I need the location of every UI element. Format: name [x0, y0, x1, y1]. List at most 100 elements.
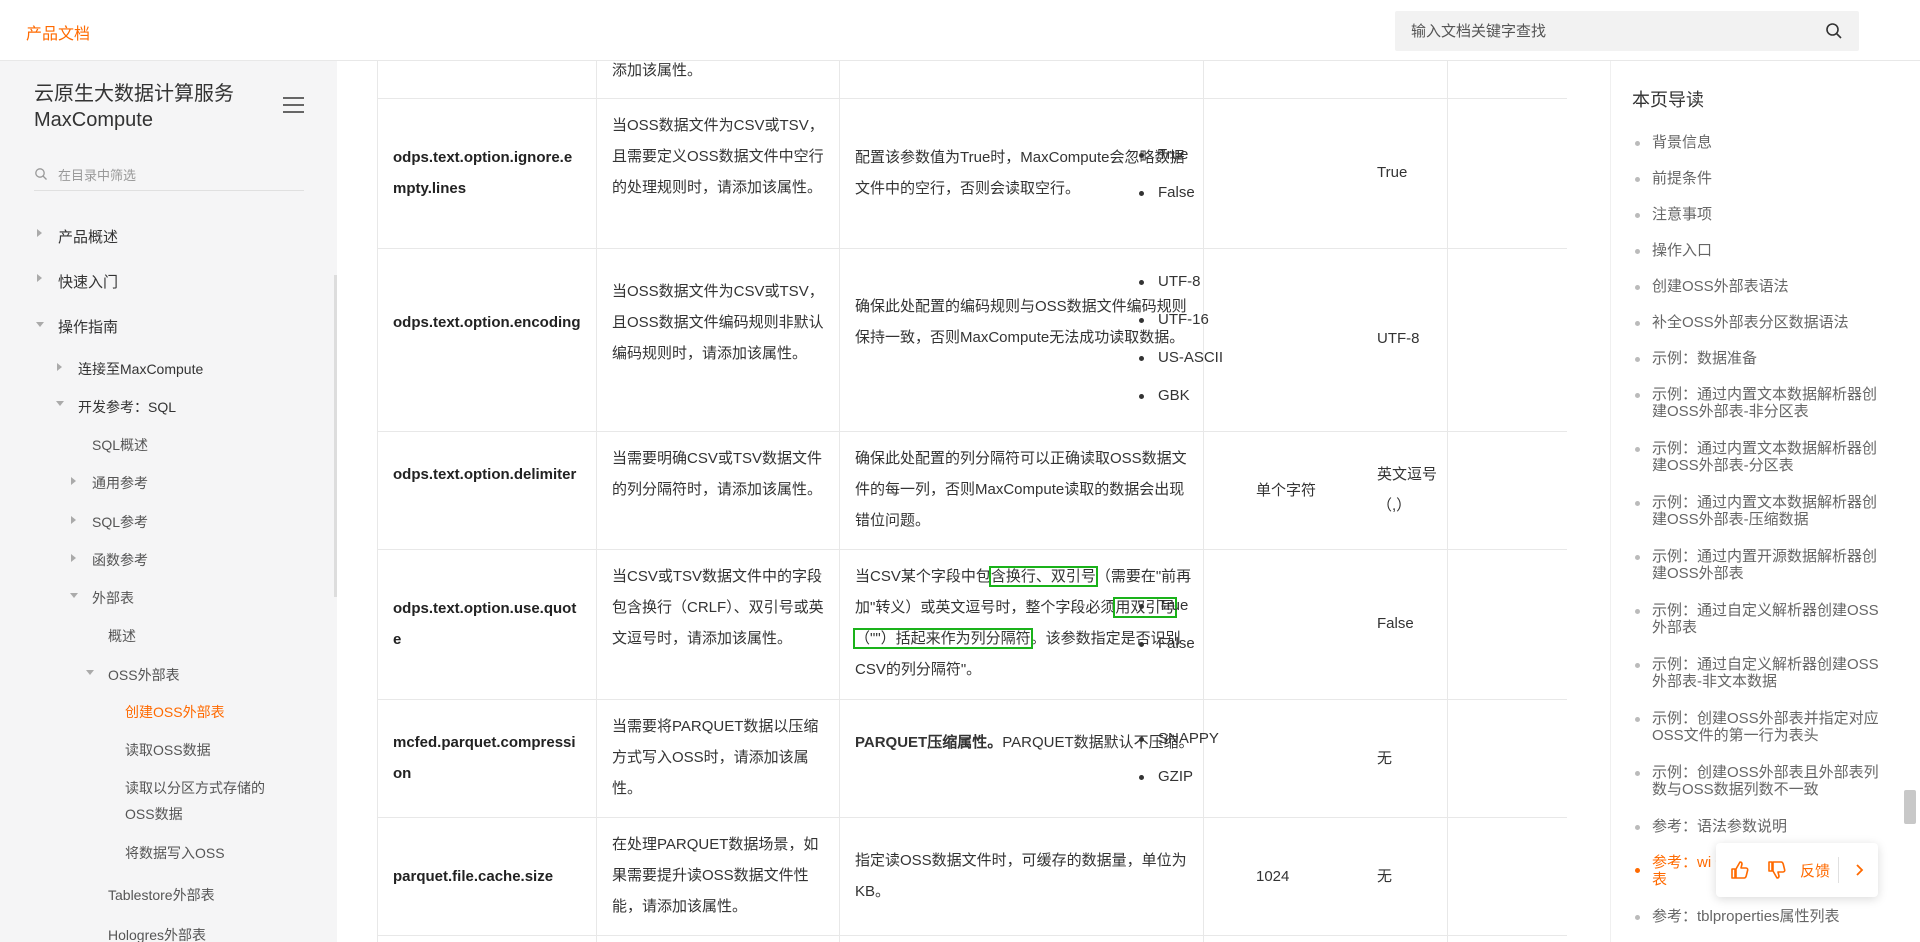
toc-bullet-icon — [1635, 915, 1640, 920]
toc-bullet-icon — [1635, 609, 1640, 614]
sidebar-item-general-ref[interactable]: 通用参考 — [92, 473, 148, 493]
sidebar-item-create-oss-external[interactable]: 创建OSS外部表 — [125, 702, 225, 722]
toc-bullet-icon — [1635, 501, 1640, 506]
doc-search-input[interactable] — [1411, 21, 1811, 41]
toc-item[interactable]: 示例：数据准备 — [1652, 350, 1882, 367]
collapse-arrow-icon[interactable] — [70, 593, 78, 598]
sidebar-item-external-table[interactable]: 外部表 — [92, 588, 134, 608]
table-row: odps.text.option.delimiter 当需要明确CSV或TSV数… — [377, 432, 1567, 550]
table-row: parquet.file.cache.size 在处理PARQUET数据场景，如… — [377, 818, 1567, 936]
toc-bullet-icon — [1635, 213, 1640, 218]
param-name: mcfed.parquet.compression — [393, 734, 576, 782]
sidebar-item-connect[interactable]: 连接至MaxCompute — [78, 359, 203, 379]
sidebar-item-sql-dev[interactable]: 开发参考：SQL — [78, 397, 176, 417]
sidebar-item-overview[interactable]: 概述 — [108, 626, 136, 646]
toc-bullet-icon — [1635, 285, 1640, 290]
table-row: odps.text.option.use.quote 当CSV或TSV数据文件中… — [377, 550, 1567, 700]
collapse-arrow-icon[interactable] — [36, 322, 44, 327]
toc-bullet-icon — [1635, 141, 1640, 146]
sidebar-item-tablestore[interactable]: Tablestore外部表 — [108, 885, 215, 905]
expand-arrow-icon[interactable] — [37, 229, 42, 237]
param-default: False — [1377, 615, 1414, 632]
table-row: odps.text.option.ignore.empty.lines 当OSS… — [377, 99, 1567, 249]
toc-bullet-icon — [1635, 555, 1640, 560]
collapse-arrow-icon[interactable] — [86, 670, 94, 675]
toc-title: 本页导读 — [1632, 90, 1704, 110]
table-row: 添加该属性。 — [377, 61, 1567, 99]
expand-arrow-icon[interactable] — [37, 274, 42, 282]
toc-bullet-icon — [1635, 825, 1640, 830]
expand-arrow-icon[interactable] — [71, 477, 76, 485]
sidebar-item-func-ref[interactable]: 函数参考 — [92, 550, 148, 570]
expand-arrow-icon[interactable] — [71, 516, 76, 524]
doc-search-box[interactable] — [1395, 11, 1859, 51]
toc-filter-box[interactable] — [34, 159, 304, 191]
toc-item[interactable]: 背景信息 — [1652, 134, 1882, 151]
chevron-right-icon[interactable] — [1850, 861, 1868, 879]
thumbs-up-icon[interactable] — [1729, 859, 1751, 881]
toc-item[interactable]: 示例：通过内置文本数据解析器创建OSS外部表-分区表 — [1652, 440, 1882, 474]
toc-item[interactable]: 示例：通过内置文本数据解析器创建OSS外部表-压缩数据 — [1652, 494, 1882, 528]
sidebar-item-read-oss[interactable]: 读取OSS数据 — [125, 740, 211, 760]
param-name: odps.text.option.encoding — [393, 314, 581, 331]
param-name: odps.text.option.delimiter — [393, 466, 577, 483]
param-scene: 当OSS数据文件为CSV或TSV，且OSS数据文件编码规则非默认编码规则时，请添… — [612, 283, 824, 362]
toc-item[interactable]: 示例：创建OSS外部表并指定对应OSS文件的第一行为表头 — [1652, 710, 1882, 744]
value-item: True — [1130, 136, 1290, 174]
sidebar-item-guide[interactable]: 操作指南 — [58, 316, 118, 337]
divider — [1838, 857, 1839, 883]
hamburger-menu-icon[interactable] — [283, 97, 304, 113]
desc-bold: PARQUET压缩属性。 — [855, 734, 1003, 751]
param-desc: 指定读OSS数据文件时，可缓存的数据量，单位为KB。 — [855, 852, 1187, 900]
sidebar-item-sql-ref[interactable]: SQL参考 — [92, 512, 148, 532]
sidebar-item-hologres[interactable]: Hologres外部表 — [108, 925, 206, 942]
thumbs-down-icon[interactable] — [1766, 859, 1788, 881]
toc-item[interactable]: 操作入口 — [1652, 242, 1882, 259]
toc-item[interactable]: 创建OSS外部表语法 — [1652, 278, 1882, 295]
sidebar-item-product-overview[interactable]: 产品概述 — [58, 226, 118, 247]
sidebar-item-write-oss[interactable]: 将数据写入OSS — [125, 843, 225, 863]
param-values: SNAPPY GZIP — [1130, 720, 1290, 796]
value-item: US-ASCII — [1130, 339, 1290, 377]
toc-item[interactable]: 参考：语法参数说明 — [1652, 818, 1882, 835]
collapse-arrow-icon[interactable] — [56, 401, 64, 406]
expand-arrow-icon[interactable] — [71, 554, 76, 562]
value-item: GBK — [1130, 377, 1290, 415]
param-scene: 当需要将PARQUET数据以压缩方式写入OSS时，请添加该属性。 — [612, 718, 819, 797]
page-toc: 本页导读 背景信息 前提条件 注意事项 操作入口 创建OSS外部表语法 补全OS… — [1610, 61, 1900, 942]
toc-item[interactable]: 示例：通过自定义解析器创建OSS外部表-非文本数据 — [1652, 656, 1882, 690]
feedback-button[interactable]: 反馈 — [1800, 860, 1830, 881]
search-icon[interactable] — [1825, 22, 1843, 40]
product-title: 云原生大数据计算服务 MaxCompute — [34, 83, 234, 131]
toc-item[interactable]: 注意事项 — [1652, 206, 1882, 223]
toc-item[interactable]: 示例：创建OSS外部表且外部表列数与OSS数据列数不一致 — [1652, 764, 1882, 798]
toc-item[interactable]: 示例：通过内置文本数据解析器创建OSS外部表-非分区表 — [1652, 386, 1882, 420]
desc-text: 当CSV某个字段中包 — [855, 568, 991, 585]
toc-bullet-icon — [1635, 771, 1640, 776]
toc-bullet-icon — [1635, 177, 1640, 182]
param-scene: 当OSS数据文件为CSV或TSV，且需要定义OSS数据文件中空行的处理规则时，请… — [612, 117, 824, 196]
sidebar-item-oss-external[interactable]: OSS外部表 — [108, 665, 180, 685]
value-item: False — [1130, 625, 1290, 663]
sidebar-item-quick-start[interactable]: 快速入门 — [58, 271, 118, 292]
param-default: 无 — [1377, 750, 1393, 767]
toc-item[interactable]: 补全OSS外部表分区数据语法 — [1652, 314, 1882, 331]
search-icon — [35, 168, 47, 180]
sidebar-item-read-partition-oss[interactable]: 读取以分区方式存储的OSS数据 — [125, 775, 290, 827]
toc-bullet-icon — [1635, 663, 1640, 668]
toc-bullet-icon — [1635, 249, 1640, 254]
toc-item[interactable]: 示例：通过自定义解析器创建OSS外部表 — [1652, 602, 1882, 636]
toc-item[interactable]: 示例：通过内置开源数据解析器创建OSS外部表 — [1652, 548, 1882, 582]
sidebar-item-sql-overview[interactable]: SQL概述 — [92, 435, 148, 455]
toc-bullet-icon — [1635, 321, 1640, 326]
table-cell: 添加该属性。 — [612, 62, 703, 79]
toc-filter-input[interactable] — [58, 165, 288, 185]
table-row: mcfed.parquet.compression 当需要将PARQUET数据以… — [377, 700, 1567, 818]
page-scrollbar[interactable] — [1904, 790, 1916, 824]
expand-arrow-icon[interactable] — [57, 363, 62, 371]
highlighted-text: 含换行、双引号 — [988, 566, 1098, 587]
brand-link[interactable]: 产品文档 — [26, 20, 90, 44]
toc-item[interactable]: 参考：tblproperties属性列表 — [1652, 908, 1882, 925]
toc-item[interactable]: 前提条件 — [1652, 170, 1882, 187]
value-item: False — [1130, 174, 1290, 212]
